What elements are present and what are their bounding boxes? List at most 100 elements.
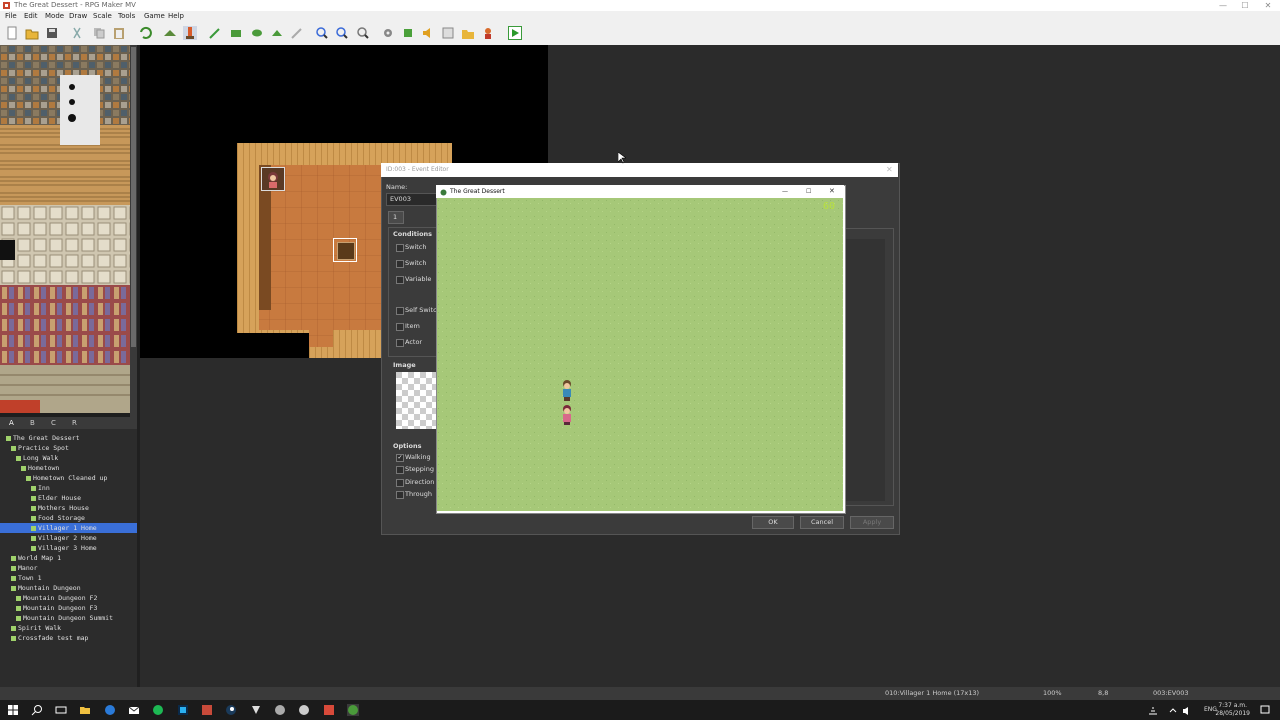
search-icon[interactable] (31, 704, 43, 716)
map-tree-item[interactable]: World Map 1 (0, 553, 137, 563)
tray-overflow-icon[interactable] (1167, 704, 1179, 716)
map-tree-item[interactable]: Practice Spot (0, 443, 137, 453)
game-close-button[interactable]: ✕ (829, 185, 835, 198)
apply-button[interactable]: Apply (850, 516, 894, 529)
maximize-button[interactable]: ☐ (1234, 0, 1256, 11)
save-project-icon[interactable] (45, 26, 59, 40)
menu-draw[interactable]: Draw (69, 12, 87, 20)
app-icon-10[interactable] (274, 704, 286, 716)
edge-browser-icon[interactable] (104, 704, 116, 716)
paste-icon[interactable] (112, 26, 126, 40)
map-tree-item[interactable]: The Great Dessert (0, 433, 137, 443)
map-tree-item[interactable]: Crossfade test map (0, 633, 137, 643)
map-tree-item[interactable]: Long Walk (0, 453, 137, 463)
map-tree-item[interactable]: Mountain Dungeon Summit (0, 613, 137, 623)
pencil-icon[interactable] (208, 26, 222, 40)
event-contents-list[interactable] (844, 228, 894, 506)
map-tree-item[interactable]: Mountain Dungeon F3 (0, 603, 137, 613)
map-cursor[interactable] (333, 238, 357, 262)
volume-tray-icon[interactable] (1181, 704, 1193, 716)
tab-c[interactable]: C (51, 419, 56, 427)
close-button[interactable]: ✕ (1257, 0, 1279, 11)
map-mode-icon[interactable] (163, 26, 177, 40)
condition-self-switch-checkbox[interactable] (396, 307, 404, 315)
cut-icon[interactable] (70, 26, 84, 40)
rpg-maker-taskbar-icon[interactable] (323, 704, 335, 716)
event-editor-close-button[interactable]: ✕ (886, 163, 893, 177)
condition-actor-checkbox[interactable] (396, 339, 404, 347)
network-tray-icon[interactable] (1147, 704, 1159, 716)
flood-fill-icon[interactable] (270, 26, 284, 40)
app-icon-7[interactable] (201, 704, 213, 716)
event-image-preview[interactable] (396, 372, 436, 429)
map-tree-item[interactable]: Mothers House (0, 503, 137, 513)
tab-b[interactable]: B (30, 419, 35, 427)
tab-r[interactable]: R (72, 419, 77, 427)
map-tree-item[interactable]: Elder House (0, 493, 137, 503)
menu-scale[interactable]: Scale (93, 12, 112, 20)
option-direction-checkbox[interactable] (396, 479, 404, 487)
actual-size-icon[interactable] (356, 26, 370, 40)
condition-switch1-checkbox[interactable] (396, 244, 404, 252)
app-icon-9[interactable] (250, 704, 262, 716)
game-maximize-button[interactable]: ☐ (806, 185, 811, 198)
shadow-pen-icon[interactable] (290, 26, 304, 40)
map-tree-item[interactable]: Villager 2 Home (0, 533, 137, 543)
condition-variable-checkbox[interactable] (396, 276, 404, 284)
game-minimize-button[interactable]: — (782, 185, 788, 198)
mail-icon[interactable] (128, 704, 140, 716)
menu-mode[interactable]: Mode (45, 12, 64, 20)
name-input[interactable]: EV003 (386, 193, 438, 206)
condition-switch2-checkbox[interactable] (396, 260, 404, 268)
resource-manager-icon[interactable] (461, 26, 475, 40)
map-tree-item[interactable]: Mountain Dungeon (0, 583, 137, 593)
map-tree-item[interactable]: Villager 1 Home (0, 523, 137, 533)
file-explorer-icon[interactable] (79, 704, 91, 716)
option-stepping-checkbox[interactable] (396, 466, 404, 474)
map-tree-item[interactable]: Manor (0, 563, 137, 573)
spotify-icon[interactable] (152, 704, 164, 716)
new-project-icon[interactable] (5, 26, 19, 40)
menu-file[interactable]: File (5, 12, 17, 20)
tab-a[interactable]: A (9, 419, 14, 427)
option-walking-checkbox[interactable]: ✓ (396, 454, 404, 462)
playtest-taskbar-icon[interactable] (347, 704, 359, 716)
map-tree-item[interactable]: Town 1 (0, 573, 137, 583)
ok-button[interactable]: OK (752, 516, 794, 529)
system-clock[interactable]: 7:37 a.m. 28/05/2019 (1215, 702, 1250, 718)
app-icon-11[interactable] (298, 704, 310, 716)
map-tree-item[interactable]: Hometown (0, 463, 137, 473)
photoshop-icon[interactable] (177, 704, 189, 716)
option-through-checkbox[interactable] (396, 491, 404, 499)
menu-help[interactable]: Help (168, 12, 184, 20)
zoom-in-icon[interactable] (315, 26, 329, 40)
steam-icon[interactable] (225, 704, 237, 716)
map-tree-item[interactable]: Food Storage (0, 513, 137, 523)
menu-edit[interactable]: Edit (24, 12, 38, 20)
event-page-tab[interactable]: 1 (388, 211, 404, 224)
playtest-icon[interactable] (508, 26, 522, 40)
character-generator-icon[interactable] (481, 26, 495, 40)
sound-test-icon[interactable] (421, 26, 435, 40)
condition-item-checkbox[interactable] (396, 323, 404, 331)
task-view-icon[interactable] (55, 704, 67, 716)
copy-icon[interactable] (92, 26, 106, 40)
rectangle-icon[interactable] (229, 26, 243, 40)
zoom-out-icon[interactable] (335, 26, 349, 40)
tileset-palette[interactable] (0, 45, 137, 417)
ellipse-icon[interactable] (250, 26, 264, 40)
cancel-button[interactable]: Cancel (800, 516, 844, 529)
tileset-image[interactable] (0, 45, 137, 417)
event-mode-icon[interactable] (183, 26, 197, 40)
map-tree-item[interactable]: Spirit Walk (0, 623, 137, 633)
event-searcher-icon[interactable] (441, 26, 455, 40)
undo-icon[interactable] (138, 26, 152, 40)
database-gear-icon[interactable] (381, 26, 395, 40)
game-viewport[interactable]: 60 (437, 198, 843, 511)
plugin-manager-icon[interactable] (401, 26, 415, 40)
minimize-button[interactable]: — (1212, 0, 1234, 11)
notifications-icon[interactable] (1259, 704, 1271, 716)
map-tree-item[interactable]: Hometown Cleaned up (0, 473, 137, 483)
menu-game[interactable]: Game (144, 12, 165, 20)
windows-start-icon[interactable] (7, 704, 19, 716)
